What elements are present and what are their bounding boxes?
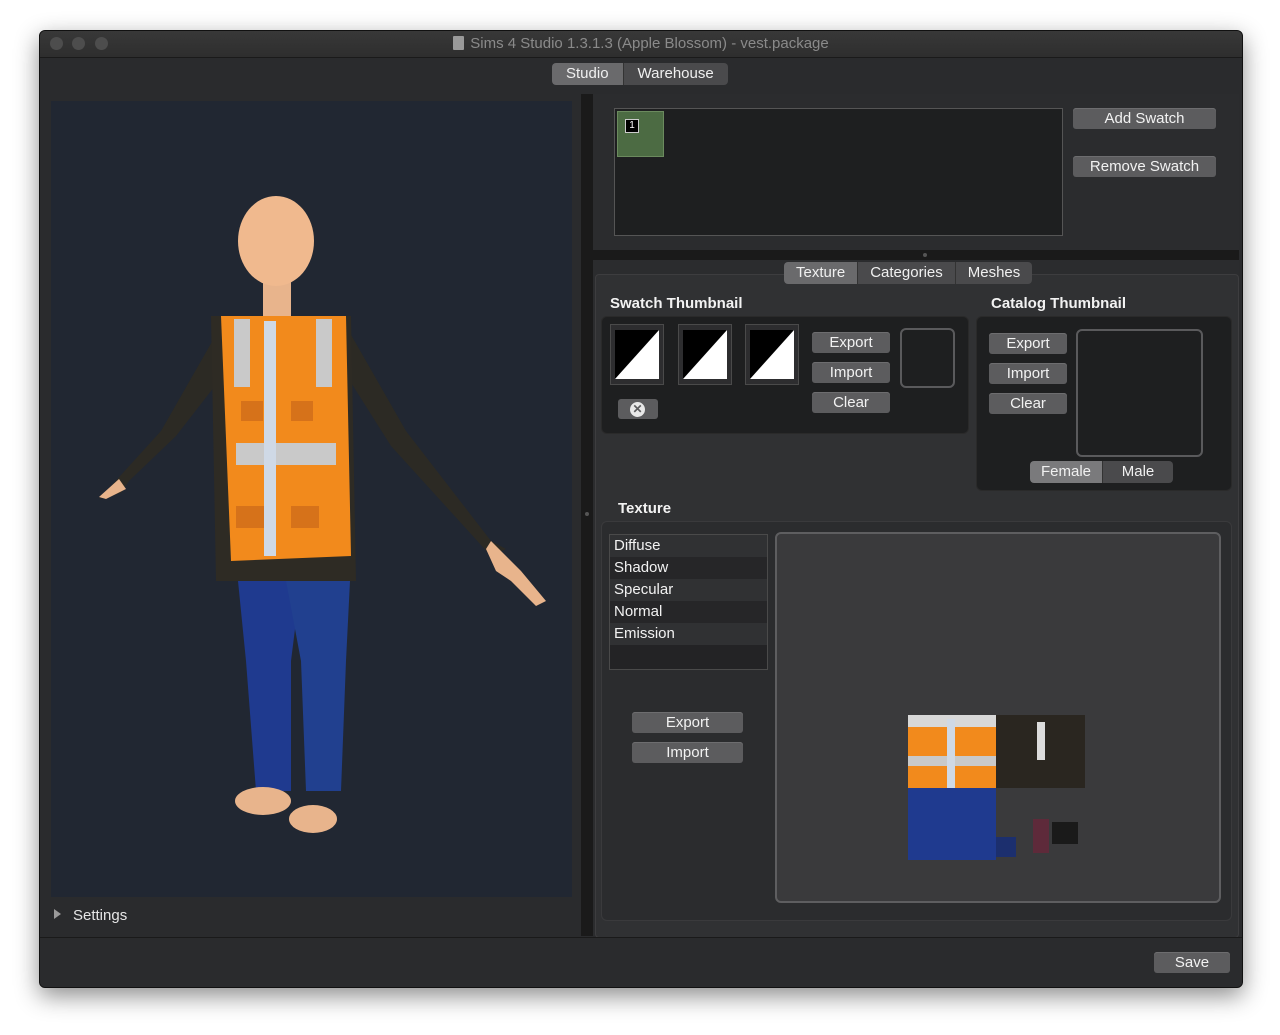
texture-import-button[interactable]: Import [632, 742, 743, 763]
app-window: Sims 4 Studio 1.3.1.3 (Apple Blossom) - … [39, 30, 1243, 988]
right-leg [286, 561, 351, 791]
vest-pocket [236, 506, 264, 528]
swatch-list[interactable]: 1 [614, 108, 1063, 236]
settings-disclosure[interactable]: Settings [54, 907, 127, 924]
atlas-vest-zipper [947, 719, 955, 788]
texture-preview[interactable] [775, 532, 1221, 903]
save-button[interactable]: Save [1154, 952, 1230, 973]
vest-pocket [241, 401, 263, 421]
swatch-thumbnail-title: Swatch Thumbnail [610, 295, 743, 312]
remove-thumbnail-button[interactable]: ✕ [618, 399, 658, 419]
vest-pocket [291, 401, 313, 421]
swatch-color-preview[interactable] [900, 328, 955, 388]
atlas-detail [1052, 822, 1078, 844]
atlas-jeans-region [908, 788, 996, 860]
add-swatch-button[interactable]: Add Swatch [1073, 108, 1216, 129]
sim-model-render [99, 196, 546, 833]
tab-warehouse[interactable]: Warehouse [622, 63, 728, 85]
bottom-bar [40, 937, 1242, 987]
vest-strap-right [316, 319, 332, 387]
thumbnail-placeholder-icon [750, 330, 794, 379]
right-hand [486, 541, 546, 606]
vest-strap-left [234, 319, 250, 387]
list-item-specular[interactable]: Specular [610, 579, 767, 601]
texture-section-title: Texture [618, 500, 672, 517]
catalog-import-button[interactable]: Import [989, 363, 1067, 384]
tab-meshes[interactable]: Meshes [954, 262, 1033, 284]
document-icon [453, 36, 465, 50]
gender-male-option[interactable]: Male [1102, 461, 1173, 483]
list-item-shadow[interactable]: Shadow [610, 557, 767, 579]
list-item-diffuse[interactable]: Diffuse [610, 535, 767, 557]
remove-swatch-button[interactable]: Remove Swatch [1073, 156, 1216, 177]
right-foot [289, 805, 337, 833]
title-bar: Sims 4 Studio 1.3.1.3 (Apple Blossom) - … [40, 31, 1242, 58]
vest-reflective-band [236, 443, 336, 465]
atlas-jeans-patch [996, 837, 1016, 857]
tab-studio[interactable]: Studio [552, 63, 623, 85]
texture-atlas-image [908, 715, 1085, 860]
gender-female-option[interactable]: Female [1030, 461, 1102, 483]
catalog-export-button[interactable]: Export [989, 333, 1067, 354]
window-title: Sims 4 Studio 1.3.1.3 (Apple Blossom) - … [470, 35, 829, 52]
catalog-thumbnail-preview[interactable] [1076, 329, 1203, 457]
swatch-thumbnail-preview[interactable] [745, 324, 799, 385]
swatch-clear-button[interactable]: Clear [812, 392, 890, 413]
vest-zipper [264, 321, 276, 556]
swatch-import-button[interactable]: Import [812, 362, 890, 383]
settings-label: Settings [73, 907, 128, 924]
swatch-thumbnail-preview[interactable] [678, 324, 732, 385]
thumbnail-placeholder-icon [615, 330, 659, 379]
list-item-normal[interactable]: Normal [610, 601, 767, 623]
swatch-item[interactable]: 1 [617, 111, 664, 157]
gender-toggle: Female Male [1030, 461, 1173, 483]
window-title-wrap: Sims 4 Studio 1.3.1.3 (Apple Blossom) - … [40, 35, 1242, 52]
swatch-number: 1 [625, 119, 639, 133]
catalog-clear-button[interactable]: Clear [989, 393, 1067, 414]
atlas-detail [1033, 819, 1049, 853]
catalog-thumbnail-title: Catalog Thumbnail [991, 295, 1126, 312]
horizontal-splitter[interactable] [593, 250, 1239, 260]
tab-categories[interactable]: Categories [857, 262, 955, 284]
close-circle-icon: ✕ [630, 402, 645, 417]
atlas-detail [1037, 722, 1045, 760]
splitter-grip [585, 512, 589, 516]
texture-channel-list[interactable]: Diffuse Shadow Specular Normal Emission [609, 534, 768, 670]
vertical-splitter[interactable] [581, 94, 593, 936]
splitter-grip [923, 253, 927, 257]
list-item-emission[interactable]: Emission [610, 623, 767, 645]
tab-texture[interactable]: Texture [784, 262, 858, 284]
right-arm [331, 326, 506, 556]
swatch-thumbnail-preview[interactable] [610, 324, 664, 385]
model-viewport[interactable] [51, 101, 572, 897]
swatch-sub-tabs: Texture Categories Meshes [784, 262, 1033, 284]
head [238, 196, 314, 286]
main-tabs: Studio Warehouse [552, 63, 728, 85]
swatch-export-button[interactable]: Export [812, 332, 890, 353]
texture-export-button[interactable]: Export [632, 712, 743, 733]
disclosure-triangle-icon [54, 909, 61, 919]
vest-pocket [291, 506, 319, 528]
thumbnail-placeholder-icon [683, 330, 727, 379]
left-foot [235, 787, 291, 815]
